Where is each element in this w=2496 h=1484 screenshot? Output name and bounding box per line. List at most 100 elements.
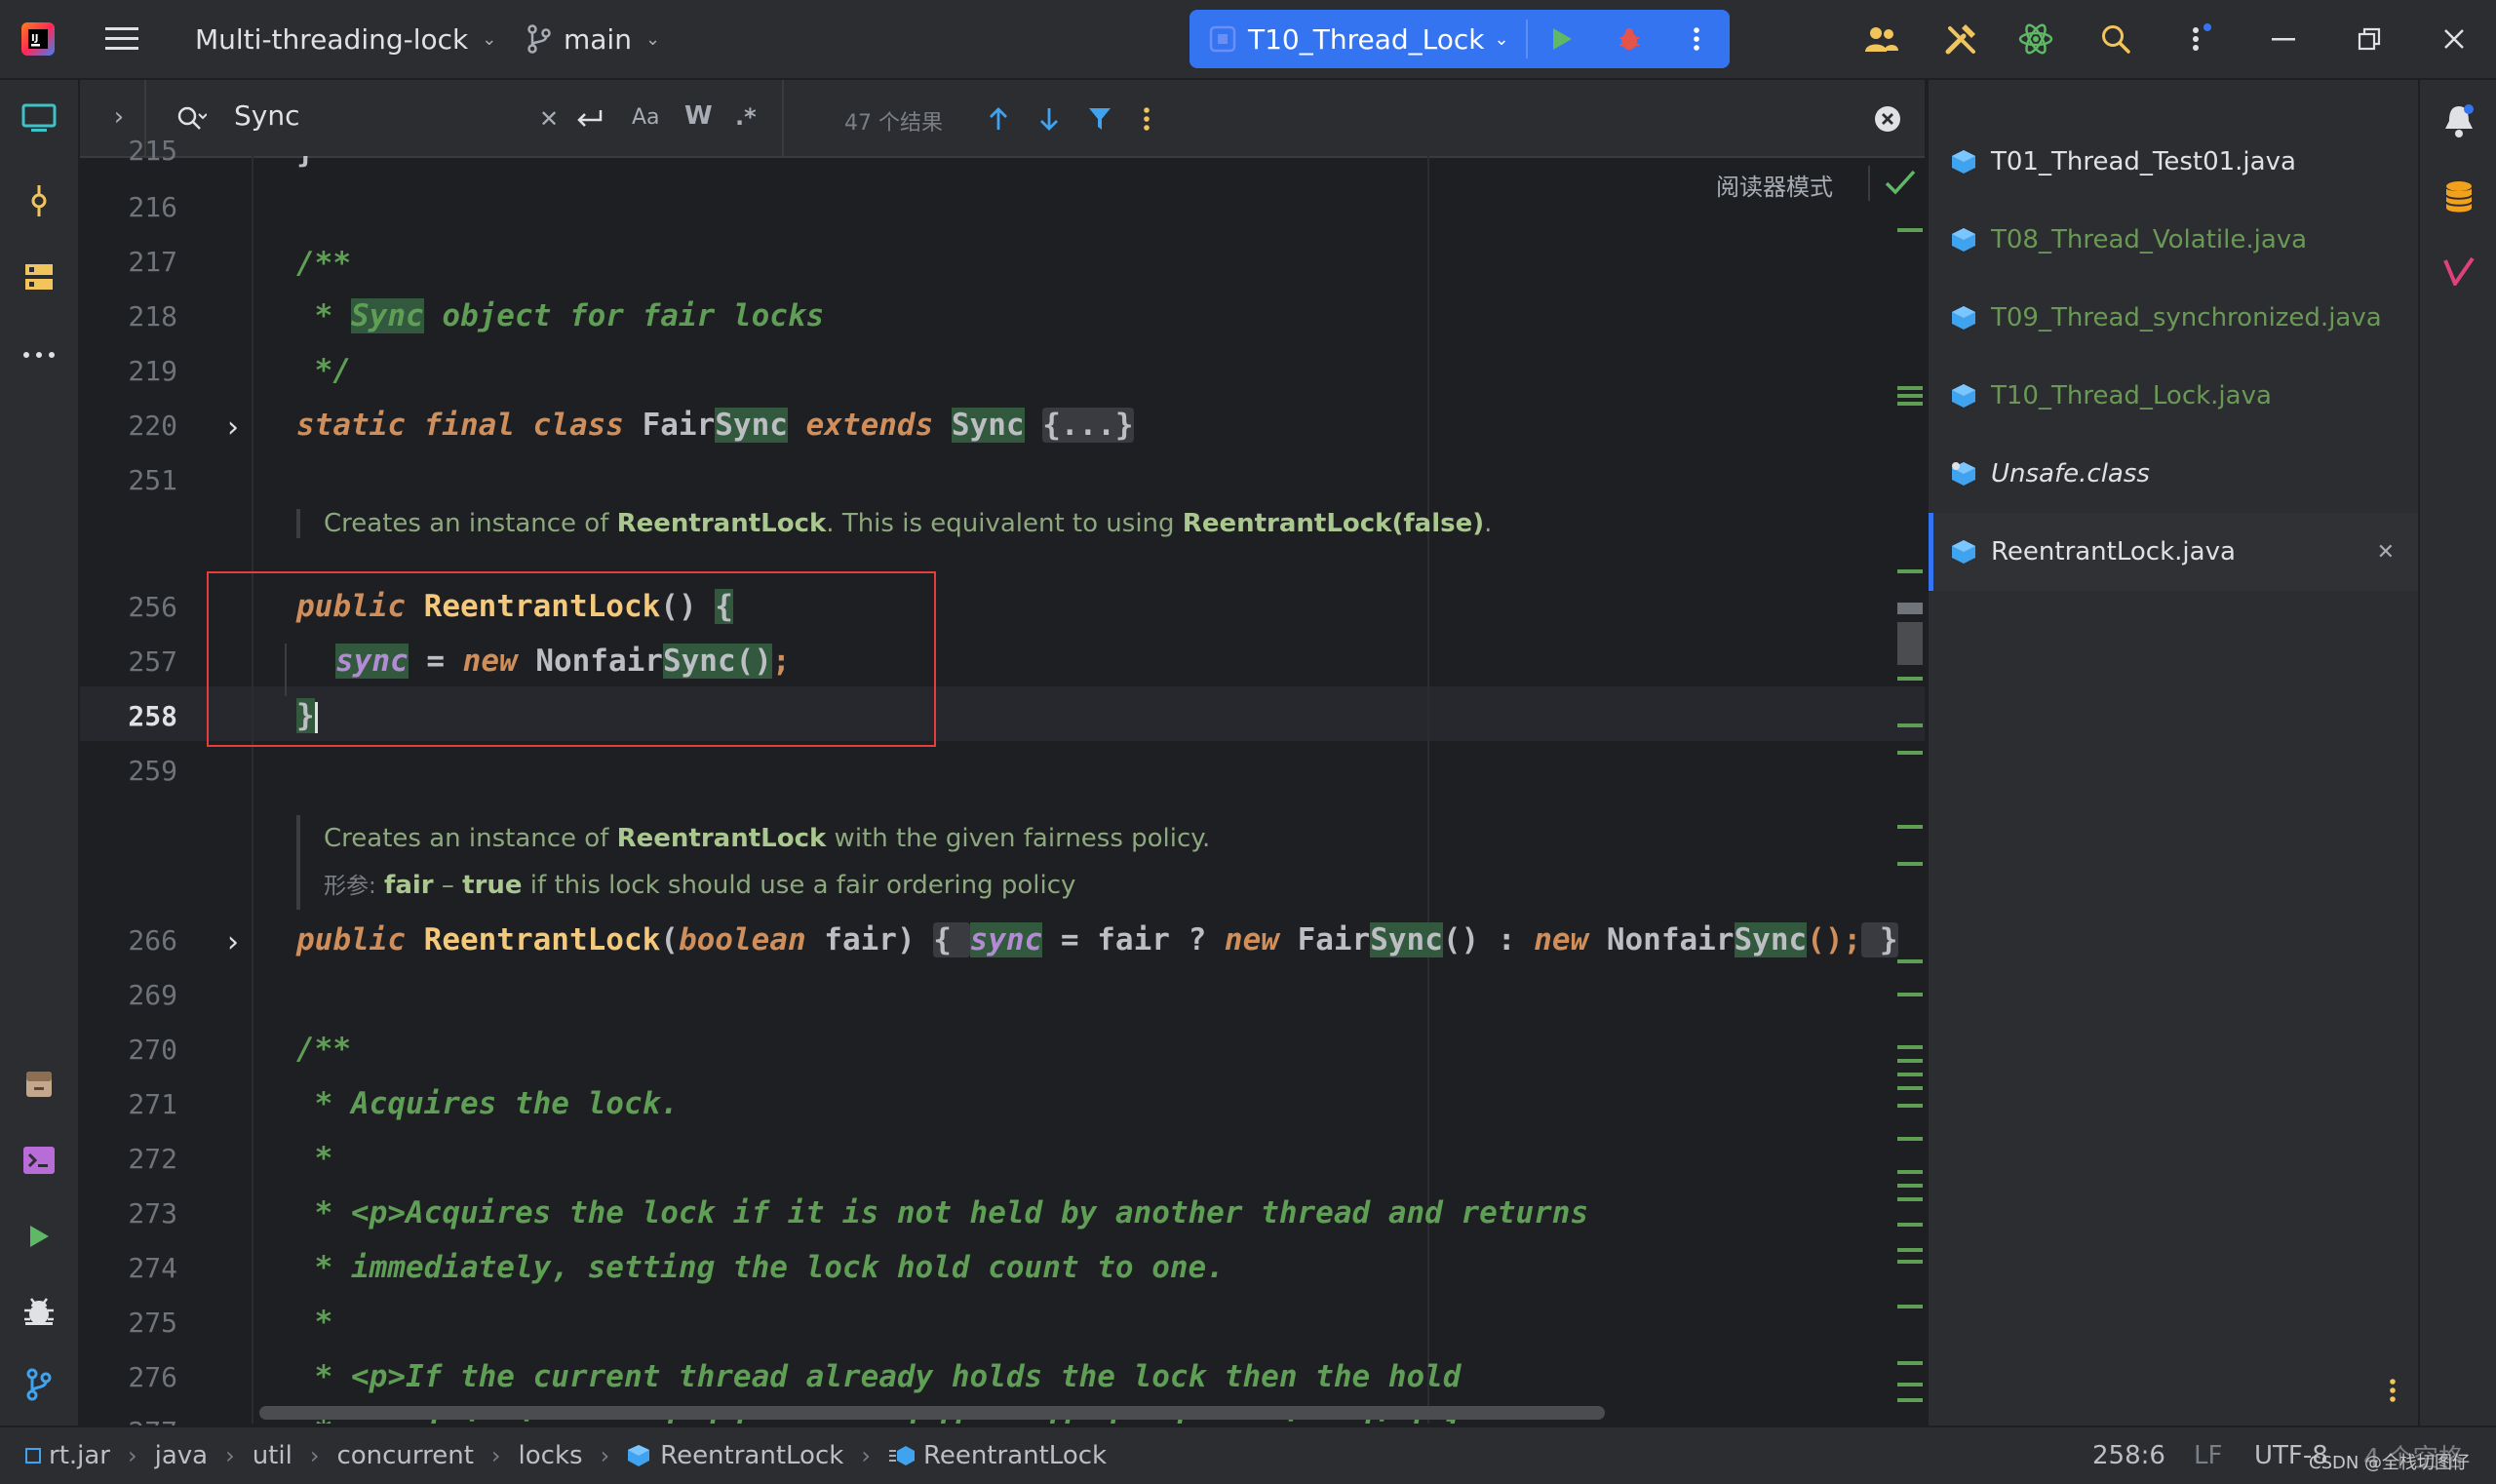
run-button[interactable] (1528, 10, 1595, 68)
line-number: 276 (128, 1361, 177, 1393)
notifications-button[interactable] (2430, 92, 2488, 150)
search-input[interactable]: Sync (234, 99, 299, 132)
branch-selector[interactable]: main ⌄ (526, 0, 660, 78)
line-number: 272 (128, 1143, 177, 1175)
clear-search-icon[interactable]: ✕ (534, 101, 564, 137)
terminal-tool-button[interactable] (10, 1131, 68, 1190)
title-bar: IJ Multi-threading-lock ⌄ main ⌄ T10_Thr… (0, 0, 2496, 80)
previous-occurrence-icon[interactable] (981, 101, 1016, 137)
line-number: 259 (128, 755, 177, 787)
database-tool-button[interactable] (2430, 168, 2488, 226)
java-file-icon (1952, 384, 1975, 408)
caret-position[interactable]: 258:6 (2092, 1427, 2165, 1484)
close-tab-icon[interactable]: ✕ (2377, 540, 2395, 565)
more-horizontal-icon (23, 352, 55, 358)
code-line: * Sync object for fair locks (296, 298, 825, 333)
close-find-icon[interactable] (1870, 101, 1905, 137)
more-vertical-icon (1693, 27, 1699, 51)
breadcrumb-item[interactable]: concurrent (336, 1441, 473, 1470)
right-tool-strip (2418, 80, 2496, 1425)
run-tool-button[interactable] (10, 1207, 68, 1266)
more-tools-button[interactable] (10, 326, 68, 384)
build-tools-icon[interactable] (1944, 0, 1977, 78)
breadcrumb-item[interactable]: ReentrantLock (627, 1441, 843, 1470)
line-number: 220 (128, 410, 177, 442)
file-item[interactable]: T10_Thread_Lock.java (1929, 357, 2420, 435)
intellij-logo-icon[interactable]: IJ (21, 0, 55, 78)
java-file-icon (628, 1445, 650, 1466)
run-config-selector[interactable]: T10_Thread_Lock ⌄ (1190, 10, 1526, 68)
search-match: Sync (351, 298, 424, 333)
breadcrumb: rt.jar › java › util › concurrent › lock… (25, 1427, 1124, 1484)
java-file-icon (1952, 150, 1975, 174)
next-occurrence-icon[interactable] (1032, 101, 1067, 137)
file-item[interactable]: T08_Thread_Volatile.java (1929, 201, 2420, 279)
status-bar: rt.jar › java › util › concurrent › lock… (0, 1425, 2496, 1484)
breadcrumb-item[interactable]: ReentrantLock (888, 1441, 1107, 1470)
whole-words-toggle[interactable]: W (684, 101, 713, 131)
main-menu-icon[interactable] (105, 0, 138, 78)
project-tool-button[interactable] (10, 90, 68, 148)
more-actions-icon[interactable] (2186, 0, 2211, 78)
watermark: CSDN @全栈切图仔 (2309, 1453, 2471, 1473)
regex-toggle[interactable]: .* (735, 103, 757, 131)
services-tool-button[interactable] (10, 1055, 68, 1113)
code-editor[interactable]: 阅读器模式 } /** * Sync object for fair locks… (254, 156, 1925, 1424)
fold-expand-icon[interactable]: › (218, 924, 248, 959)
git-branch-icon (527, 24, 551, 54)
line-number: 251 (128, 464, 177, 496)
more-vertical-icon[interactable] (2381, 1373, 2404, 1408)
breadcrumb-item[interactable]: java (155, 1441, 208, 1470)
file-item[interactable]: T01_Thread_Test01.java (1929, 123, 2420, 201)
terminal-icon (23, 1147, 55, 1174)
commit-tool-button[interactable] (10, 172, 68, 230)
new-line-icon[interactable] (571, 101, 606, 137)
minimize-window-icon[interactable] (2272, 0, 2295, 78)
search-everywhere-icon[interactable] (2100, 0, 2131, 78)
match-case-toggle[interactable]: Aa (632, 105, 660, 130)
breadcrumb-item[interactable]: util (253, 1441, 292, 1470)
java-file-icon (1952, 306, 1975, 330)
search-history-icon[interactable] (174, 101, 209, 137)
code-line: * (296, 1141, 333, 1176)
line-number: 273 (128, 1197, 177, 1230)
filter-icon[interactable] (1082, 101, 1117, 137)
code-line: * <p>Acquires the lock if it is not held… (296, 1195, 1589, 1230)
debug-button[interactable] (1595, 10, 1662, 68)
file-item[interactable]: Unsafe.class (1929, 435, 2420, 513)
line-number: 269 (128, 979, 177, 1011)
line-number: 215 (128, 135, 177, 167)
class-file-icon (1952, 462, 1975, 486)
project-selector[interactable]: Multi-threading-lock ⌄ (195, 0, 496, 78)
expand-replace-button[interactable]: › (101, 99, 136, 135)
more-vertical-icon[interactable] (1129, 101, 1164, 137)
project-name: Multi-threading-lock (195, 22, 469, 56)
vue-plugin-button[interactable] (2430, 242, 2488, 300)
fold-expand-icon[interactable]: › (218, 410, 248, 445)
git-tool-button[interactable] (10, 1355, 68, 1414)
folded-code[interactable]: {...} (1042, 408, 1134, 443)
line-separator[interactable]: LF (2194, 1427, 2222, 1484)
debug-tool-button[interactable] (10, 1281, 68, 1340)
breadcrumb-item[interactable]: rt.jar (25, 1441, 110, 1470)
close-window-icon[interactable] (2443, 0, 2465, 78)
breadcrumb-item[interactable]: locks (519, 1441, 583, 1470)
run-more-button[interactable] (1662, 10, 1730, 68)
structure-icon (25, 264, 53, 290)
chevron-down-icon: ⌄ (1494, 28, 1509, 50)
file-item[interactable]: T09_Thread_synchronized.java (1929, 279, 2420, 357)
ai-assistant-icon[interactable] (2018, 0, 2053, 78)
structure-tool-button[interactable] (10, 248, 68, 306)
file-item-active[interactable]: ReentrantLock.java ✕ (1929, 513, 2420, 591)
reader-mode-label[interactable]: 阅读器模式 (1716, 168, 1833, 202)
left-tool-strip (0, 80, 80, 1425)
line-number-current: 258 (128, 700, 177, 732)
find-bar: › Sync ✕ Aa W .* 47 个结果 (80, 80, 1925, 158)
horizontal-scrollbar[interactable] (259, 1406, 1605, 1420)
error-stripe[interactable] (1888, 156, 1925, 1424)
code-with-me-icon[interactable] (1864, 0, 1899, 78)
run-config-name: T10_Thread_Lock (1248, 22, 1485, 56)
code-line: } (296, 156, 315, 170)
search-match: Sync (1734, 922, 1808, 957)
restore-window-icon[interactable] (2358, 0, 2381, 78)
